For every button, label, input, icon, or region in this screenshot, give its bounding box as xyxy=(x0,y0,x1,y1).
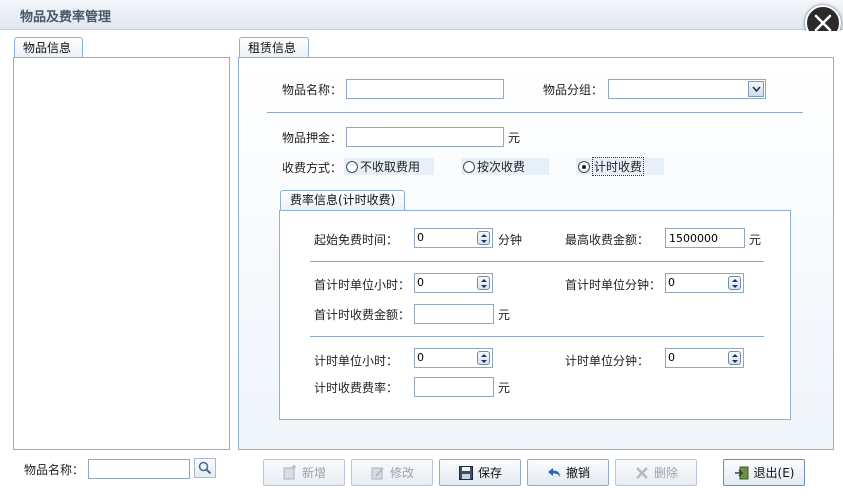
edit-icon xyxy=(371,466,384,479)
undo-button-label: 撤销 xyxy=(565,466,590,480)
radio-no-charge-label: 不收取费用 xyxy=(360,160,421,174)
radio-per-use-label: 按次收费 xyxy=(477,160,526,174)
search-label: 物品名称： xyxy=(24,463,85,477)
edit-button-label: 修改 xyxy=(389,466,414,480)
delete-icon xyxy=(636,466,648,479)
divider xyxy=(267,112,803,113)
radio-per-use[interactable]: 按次收费 xyxy=(461,158,549,175)
rate-unit: 元 xyxy=(498,381,511,395)
tab-item-info[interactable]: 物品信息 xyxy=(14,37,83,58)
free-start-unit: 分钟 xyxy=(498,233,523,247)
first-unit-min-value: 0 xyxy=(668,276,675,289)
spin-buttons[interactable] xyxy=(477,231,490,245)
save-button-label: 保存 xyxy=(477,466,502,480)
free-start-label: 起始免费时间： xyxy=(314,233,399,247)
rate-info-title: 费率信息(计时收费) xyxy=(280,190,406,210)
first-fee-unit: 元 xyxy=(498,308,511,322)
radio-no-charge[interactable]: 不收取费用 xyxy=(344,158,434,175)
chevron-down-icon xyxy=(751,86,761,92)
first-fee-label: 首计时收费金额： xyxy=(314,308,411,322)
spin-buttons[interactable] xyxy=(477,351,490,365)
deposit-unit: 元 xyxy=(508,131,521,145)
unit-min-value: 0 xyxy=(668,351,675,364)
search-icon xyxy=(198,461,212,475)
spin-buttons[interactable] xyxy=(477,276,490,290)
item-group-select[interactable] xyxy=(608,79,766,99)
item-group-label: 物品分组： xyxy=(543,83,604,97)
first-unit-hour-label: 首计时单位小时： xyxy=(314,278,411,292)
add-button-label: 新增 xyxy=(301,466,326,480)
save-button[interactable]: 保存 xyxy=(439,459,521,486)
first-unit-hour-spinner[interactable]: 0 xyxy=(414,273,493,293)
exit-button-label: 退出(E) xyxy=(753,466,795,480)
item-name-input[interactable] xyxy=(346,79,504,99)
first-unit-hour-value: 0 xyxy=(417,276,424,289)
undo-button[interactable]: 撤销 xyxy=(527,459,609,486)
first-unit-min-label: 首计时单位分钟： xyxy=(565,278,662,292)
delete-button[interactable]: 删除 xyxy=(615,459,697,486)
radio-icon xyxy=(346,160,358,173)
max-fee-input[interactable] xyxy=(665,228,745,248)
max-fee-unit: 元 xyxy=(749,233,762,247)
search-input[interactable] xyxy=(88,459,190,479)
undo-icon xyxy=(547,467,560,477)
first-unit-min-spinner[interactable]: 0 xyxy=(665,273,744,293)
radio-timed-label: 计时收费 xyxy=(592,157,645,176)
dropdown-button[interactable] xyxy=(748,81,764,97)
delete-button-label: 删除 xyxy=(653,466,678,480)
free-start-value: 0 xyxy=(417,231,424,244)
dialog-content: 物品信息 租赁信息 物品名称： 物品分组： 物品押金： 元 收费方式： 不收取费… xyxy=(0,31,843,503)
deposit-input[interactable] xyxy=(346,127,504,147)
radio-timed[interactable]: 计时收费 xyxy=(576,157,664,176)
tab-rental-info[interactable]: 租赁信息 xyxy=(239,37,309,58)
spin-buttons[interactable] xyxy=(728,351,741,365)
title-bar: 物品及费率管理 xyxy=(0,0,843,30)
max-fee-label: 最高收费金额： xyxy=(565,233,650,247)
unit-min-label: 计时单位分钟： xyxy=(565,354,650,368)
divider xyxy=(310,336,764,337)
close-icon xyxy=(814,14,832,32)
add-icon xyxy=(283,464,296,479)
unit-hour-label: 计时单位小时： xyxy=(314,354,399,368)
window-title: 物品及费率管理 xyxy=(20,10,112,25)
exit-button[interactable]: 退出(E) xyxy=(723,459,805,486)
save-icon xyxy=(458,465,473,480)
radio-icon xyxy=(463,160,475,173)
item-list-panel[interactable] xyxy=(13,57,230,450)
rate-label: 计时收费费率： xyxy=(314,381,399,395)
first-fee-input[interactable] xyxy=(414,304,494,324)
spin-buttons[interactable] xyxy=(728,276,741,290)
free-start-spinner[interactable]: 0 xyxy=(414,228,493,248)
rate-input[interactable] xyxy=(414,377,494,397)
search-button[interactable] xyxy=(194,458,216,478)
edit-button[interactable]: 修改 xyxy=(351,459,433,486)
unit-min-spinner[interactable]: 0 xyxy=(665,348,744,368)
add-button[interactable]: 新增 xyxy=(263,459,345,486)
unit-hour-spinner[interactable]: 0 xyxy=(414,348,493,368)
exit-icon xyxy=(734,466,749,479)
item-name-label: 物品名称： xyxy=(282,83,343,97)
unit-hour-value: 0 xyxy=(417,351,424,364)
radio-selected-icon xyxy=(578,160,590,173)
divider xyxy=(310,261,764,262)
charge-method-label: 收费方式： xyxy=(282,161,343,175)
deposit-label: 物品押金： xyxy=(282,131,343,145)
